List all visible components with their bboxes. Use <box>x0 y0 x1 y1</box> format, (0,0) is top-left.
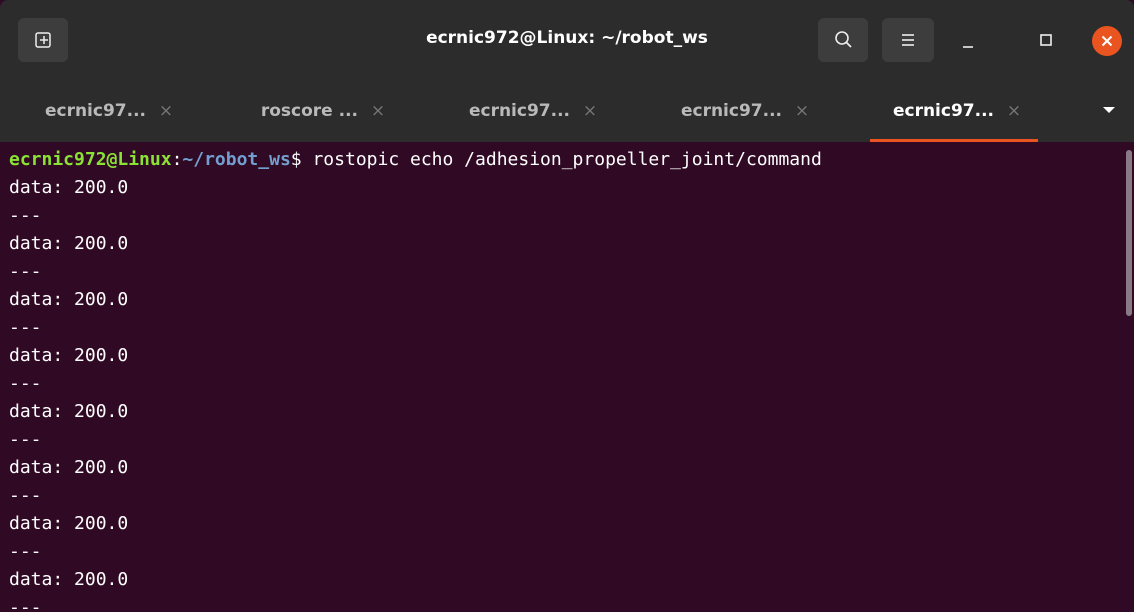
minimize-button[interactable] <box>946 18 990 62</box>
output-line: --- <box>9 541 42 562</box>
terminal-output[interactable]: ecrnic972@Linux:~/robot_ws$ rostopic ech… <box>0 142 1134 612</box>
tab-label: ecrnic97... <box>468 101 570 121</box>
hamburger-menu-icon <box>902 34 914 46</box>
tab-1[interactable]: ecrnic97... × <box>0 80 212 142</box>
tab-5-active[interactable]: ecrnic97... × <box>848 80 1060 142</box>
prompt-symbol: $ <box>290 149 313 170</box>
tab-3[interactable]: ecrnic97... × <box>424 80 636 142</box>
output-line: --- <box>9 597 42 612</box>
prompt-user-host: ecrnic972@Linux <box>9 149 172 170</box>
output-line: data: 200.0 <box>9 345 129 366</box>
command-line: ecrnic972@Linux:~/robot_ws$ rostopic ech… <box>9 146 822 174</box>
scrollbar[interactable] <box>1124 142 1134 612</box>
tab-close-icon[interactable]: × <box>1004 101 1024 121</box>
output-line: --- <box>9 373 42 394</box>
tab-label: roscore ... <box>260 101 358 121</box>
output-line: --- <box>9 485 42 506</box>
output-line: data: 200.0 <box>9 233 129 254</box>
close-icon <box>1101 35 1113 47</box>
chevron-down-icon[interactable] <box>1102 103 1116 117</box>
close-button[interactable] <box>1092 26 1122 56</box>
output-line: data: 200.0 <box>9 513 129 534</box>
tab-label: ecrnic97... <box>892 101 994 121</box>
output-line: data: 200.0 <box>9 569 129 590</box>
output-line: data: 200.0 <box>9 289 129 310</box>
tab-close-icon[interactable]: × <box>368 101 388 121</box>
tab-2[interactable]: roscore ... × <box>212 80 424 142</box>
tab-close-icon[interactable]: × <box>580 101 600 121</box>
minimize-icon <box>963 46 973 48</box>
maximize-icon <box>1040 34 1052 46</box>
tab-close-icon[interactable]: × <box>792 101 812 121</box>
command-text: rostopic echo /adhesion_propeller_joint/… <box>312 149 822 170</box>
tab-label: ecrnic97... <box>44 101 146 121</box>
terminal-window: ecrnic972@Linux: ~/robot_ws ecrnic97... … <box>0 0 1134 612</box>
output-line: --- <box>9 205 42 226</box>
output-line: data: 200.0 <box>9 177 129 198</box>
output-line: data: 200.0 <box>9 457 129 478</box>
prompt-separator: : <box>171 149 183 170</box>
search-icon <box>835 31 852 48</box>
search-button[interactable] <box>818 18 868 62</box>
scrollbar-thumb[interactable] <box>1126 150 1132 316</box>
output-line: data: 200.0 <box>9 401 129 422</box>
header-bar[interactable]: ecrnic972@Linux: ~/robot_ws <box>0 0 1134 80</box>
prompt-path: ~/robot_ws <box>182 149 291 170</box>
output-line: --- <box>9 317 42 338</box>
tab-4[interactable]: ecrnic97... × <box>636 80 848 142</box>
tab-close-icon[interactable]: × <box>156 101 176 121</box>
output-line: --- <box>9 429 42 450</box>
tab-bar: ecrnic97... × roscore ... × ecrnic97... … <box>0 80 1134 142</box>
tab-label: ecrnic97... <box>680 101 782 121</box>
maximize-button[interactable] <box>1024 18 1068 62</box>
output-line: --- <box>9 261 42 282</box>
menu-button[interactable] <box>882 18 934 62</box>
